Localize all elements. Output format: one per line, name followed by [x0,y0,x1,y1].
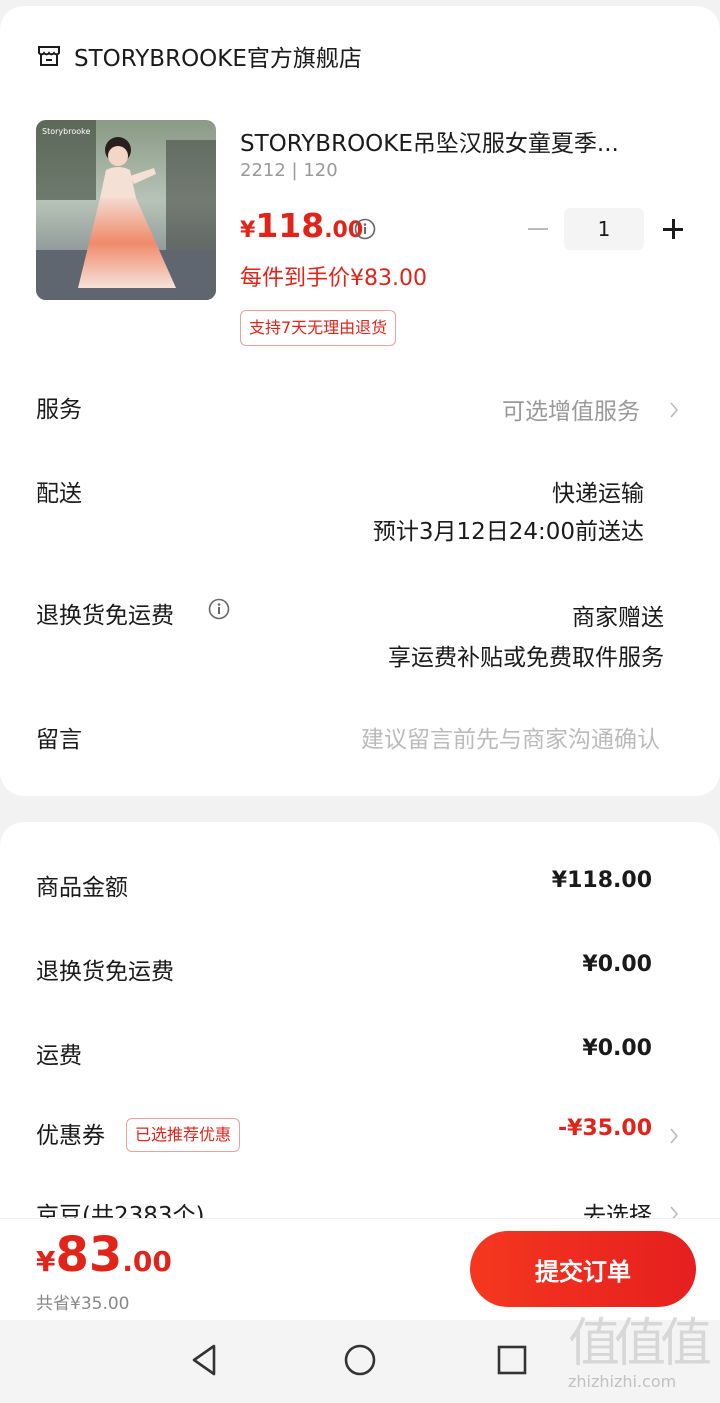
message-input[interactable]: 建议留言前先与商家沟通确认 [361,720,660,754]
chevron-right-icon[interactable] [668,1126,680,1146]
service-label: 服务 [36,397,82,423]
home-icon[interactable] [340,1340,380,1380]
product-image: Storybrooke [36,120,216,300]
total-currency: ¥ [36,1245,56,1278]
total-integer: 83 [55,1227,123,1283]
store-name: STORYBROOKE官方旗舰店 [74,46,362,72]
checkout-bar: ¥ 83 .00 共省¥35.00 提交订单 [0,1218,720,1320]
increase-quantity-button[interactable] [658,208,688,250]
coupon-label: 优惠券 [36,1123,105,1149]
goods-amount-label: 商品金额 [36,875,128,901]
back-icon[interactable] [186,1340,226,1380]
order-total: ¥ 83 .00 [36,1227,172,1283]
return-policy-tag: 支持7天无理由退货 [240,310,397,346]
price-currency: ¥ [240,218,256,243]
coupon-value[interactable]: -¥35.00 [558,1116,652,1141]
quantity-input[interactable]: 1 [564,208,644,250]
product-thumbnail[interactable]: Storybrooke [36,120,216,300]
return-fee-value: ¥0.00 [582,952,652,977]
delivery-eta[interactable]: 预计3月12日24:00前送达 [373,512,644,546]
return-shipping-info-icon[interactable] [208,598,230,620]
order-item-card: STORYBROOKE官方旗舰店 Storybrooke STORYBROOKE… [0,6,720,796]
total-decimal: .00 [122,1245,172,1278]
shop-icon [38,46,60,66]
delivery-label: 配送 [36,481,82,507]
return-shipping-detail: 享运费补贴或免费取件服务 [388,645,664,671]
return-fee-label: 退换货免运费 [36,959,174,985]
product-sku[interactable]: 2212 | 120 [240,160,338,181]
watermark-url: zhizhizhi.com [568,1372,677,1391]
shipping-fee-label: 运费 [36,1043,82,1069]
price-integer: 118 [255,206,325,245]
return-shipping-value: 商家赠送 [572,605,664,631]
store-header[interactable]: STORYBROOKE官方旗舰店 [36,36,362,76]
service-value[interactable]: 可选增值服务 [502,392,640,426]
thumb-brand-text: Storybrooke [42,127,90,136]
price-info-icon[interactable] [354,218,376,240]
total-saved: 共省¥35.00 [36,1294,130,1314]
recent-apps-icon[interactable] [492,1340,532,1380]
product-title[interactable]: STORYBROOKE吊坠汉服女童夏季... [240,124,680,158]
decrease-quantity-button[interactable] [524,208,554,250]
message-label: 留言 [36,727,82,753]
delivery-method[interactable]: 快递运输 [552,474,644,508]
chevron-right-icon[interactable] [668,400,680,420]
watermark: 值值值 zhizhizhi.com [568,1316,714,1400]
return-shipping-label: 退换货免运费 [36,603,174,629]
goods-amount-value: ¥118.00 [551,868,652,893]
submit-order-button[interactable]: 提交订单 [470,1231,696,1307]
coupon-recommended-tag: 已选推荐优惠 [126,1118,241,1152]
watermark-logo: 值值值 [568,1314,712,1374]
hand-price: 每件到手价¥83.00 [240,266,427,291]
product-price: ¥ 118 .00 [240,206,363,245]
shipping-fee-value: ¥0.00 [582,1036,652,1061]
quantity-stepper: 1 [524,208,688,250]
